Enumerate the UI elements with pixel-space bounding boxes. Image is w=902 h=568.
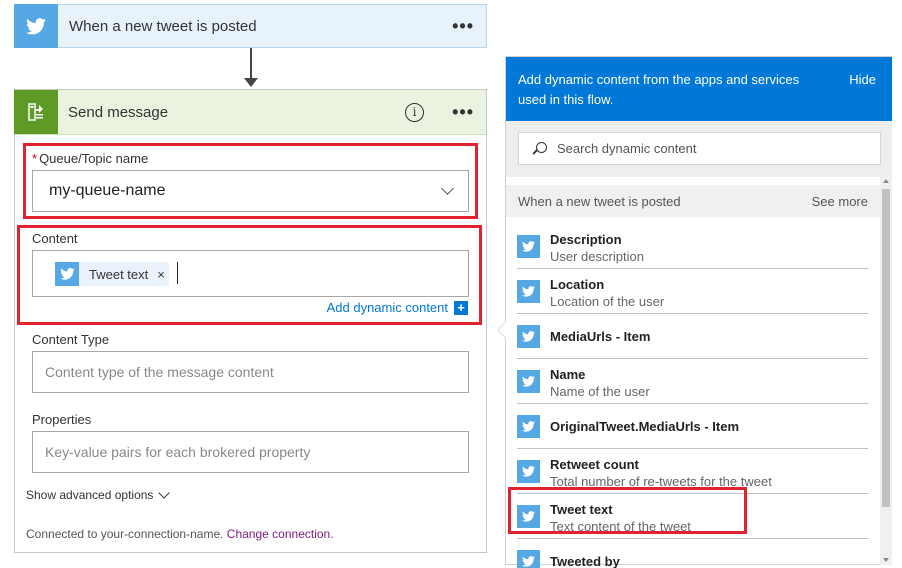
panel-pointer (498, 322, 506, 338)
item-name: Description (550, 232, 622, 247)
flow-arrow (250, 48, 252, 80)
panel-description: Add dynamic content from the apps and se… (518, 72, 800, 107)
item-name: MediaUrls - Item (550, 329, 651, 344)
item-name: Tweeted by (550, 554, 620, 568)
action-header[interactable]: Send message i ••• (14, 89, 486, 135)
search-area: Search dynamic content (506, 121, 892, 177)
properties-placeholder: Key-value pairs for each brokered proper… (45, 444, 311, 460)
see-more-link[interactable]: See more (812, 194, 868, 209)
info-icon[interactable]: i (405, 102, 425, 122)
twitter-icon (517, 460, 540, 483)
show-advanced-label: Show advanced options (26, 488, 154, 502)
item-name: Name (550, 367, 586, 382)
queue-highlight (23, 143, 478, 219)
properties-label: Properties (32, 412, 92, 427)
content-type-input[interactable]: Content type of the message content (32, 351, 469, 393)
item-description: Name of the user (550, 384, 650, 399)
action-title: Send message (68, 103, 169, 121)
search-placeholder: Search dynamic content (557, 141, 697, 156)
twitter-icon (517, 370, 540, 393)
connection-info: Connected to your-connection-name. Chang… (26, 527, 334, 541)
dynamic-item[interactable]: Tweeted by (517, 539, 868, 568)
twitter-icon (517, 325, 540, 348)
content-type-label: Content Type (32, 332, 110, 347)
twitter-icon (517, 235, 540, 258)
group-header: When a new tweet is posted See more (506, 185, 880, 217)
item-name: Retweet count (550, 457, 639, 472)
search-input[interactable]: Search dynamic content (518, 132, 881, 165)
item-description: User description (550, 249, 644, 264)
item-name: Location (550, 277, 605, 292)
content-highlight (17, 225, 482, 325)
tweet-text-highlight (508, 487, 747, 534)
dynamic-item[interactable]: Name Name of the user (517, 359, 868, 404)
content-type-placeholder: Content type of the message content (45, 364, 274, 380)
trigger-title: When a new tweet is posted (69, 17, 257, 35)
action-menu-icon[interactable]: ••• (452, 103, 474, 121)
show-advanced-options[interactable]: Show advanced options (26, 487, 171, 502)
panel-header: Add dynamic content from the apps and se… (506, 57, 892, 121)
twitter-icon (517, 415, 540, 438)
dynamic-item[interactable]: OriginalTweet.MediaUrls - Item (517, 404, 868, 449)
trigger-card[interactable]: When a new tweet is posted ••• (14, 4, 487, 48)
chevron-down-icon (158, 487, 171, 499)
scroll-thumb[interactable] (882, 189, 890, 507)
scroll-down-icon[interactable] (883, 558, 889, 562)
scrollbar[interactable] (880, 177, 892, 565)
group-title: When a new tweet is posted (518, 193, 681, 209)
service-bus-icon (14, 89, 58, 134)
properties-input[interactable]: Key-value pairs for each brokered proper… (32, 431, 469, 473)
change-connection-link[interactable]: Change connection. (227, 527, 334, 541)
twitter-icon (517, 550, 540, 568)
dynamic-item[interactable]: Description User description (517, 224, 868, 269)
scroll-up-icon[interactable] (883, 179, 889, 183)
trigger-menu-icon[interactable]: ••• (452, 17, 474, 35)
search-icon (533, 141, 547, 156)
dynamic-item[interactable]: Location Location of the user (517, 269, 868, 314)
item-description: Location of the user (550, 294, 665, 309)
twitter-icon (14, 4, 58, 48)
item-name: OriginalTweet.MediaUrls - Item (550, 419, 740, 434)
dynamic-item[interactable]: MediaUrls - Item (517, 314, 868, 359)
flow-arrow-head (244, 78, 258, 87)
twitter-icon (517, 280, 540, 303)
hide-button[interactable]: Hide (849, 72, 876, 87)
connection-text: Connected to your-connection-name. (26, 527, 224, 541)
